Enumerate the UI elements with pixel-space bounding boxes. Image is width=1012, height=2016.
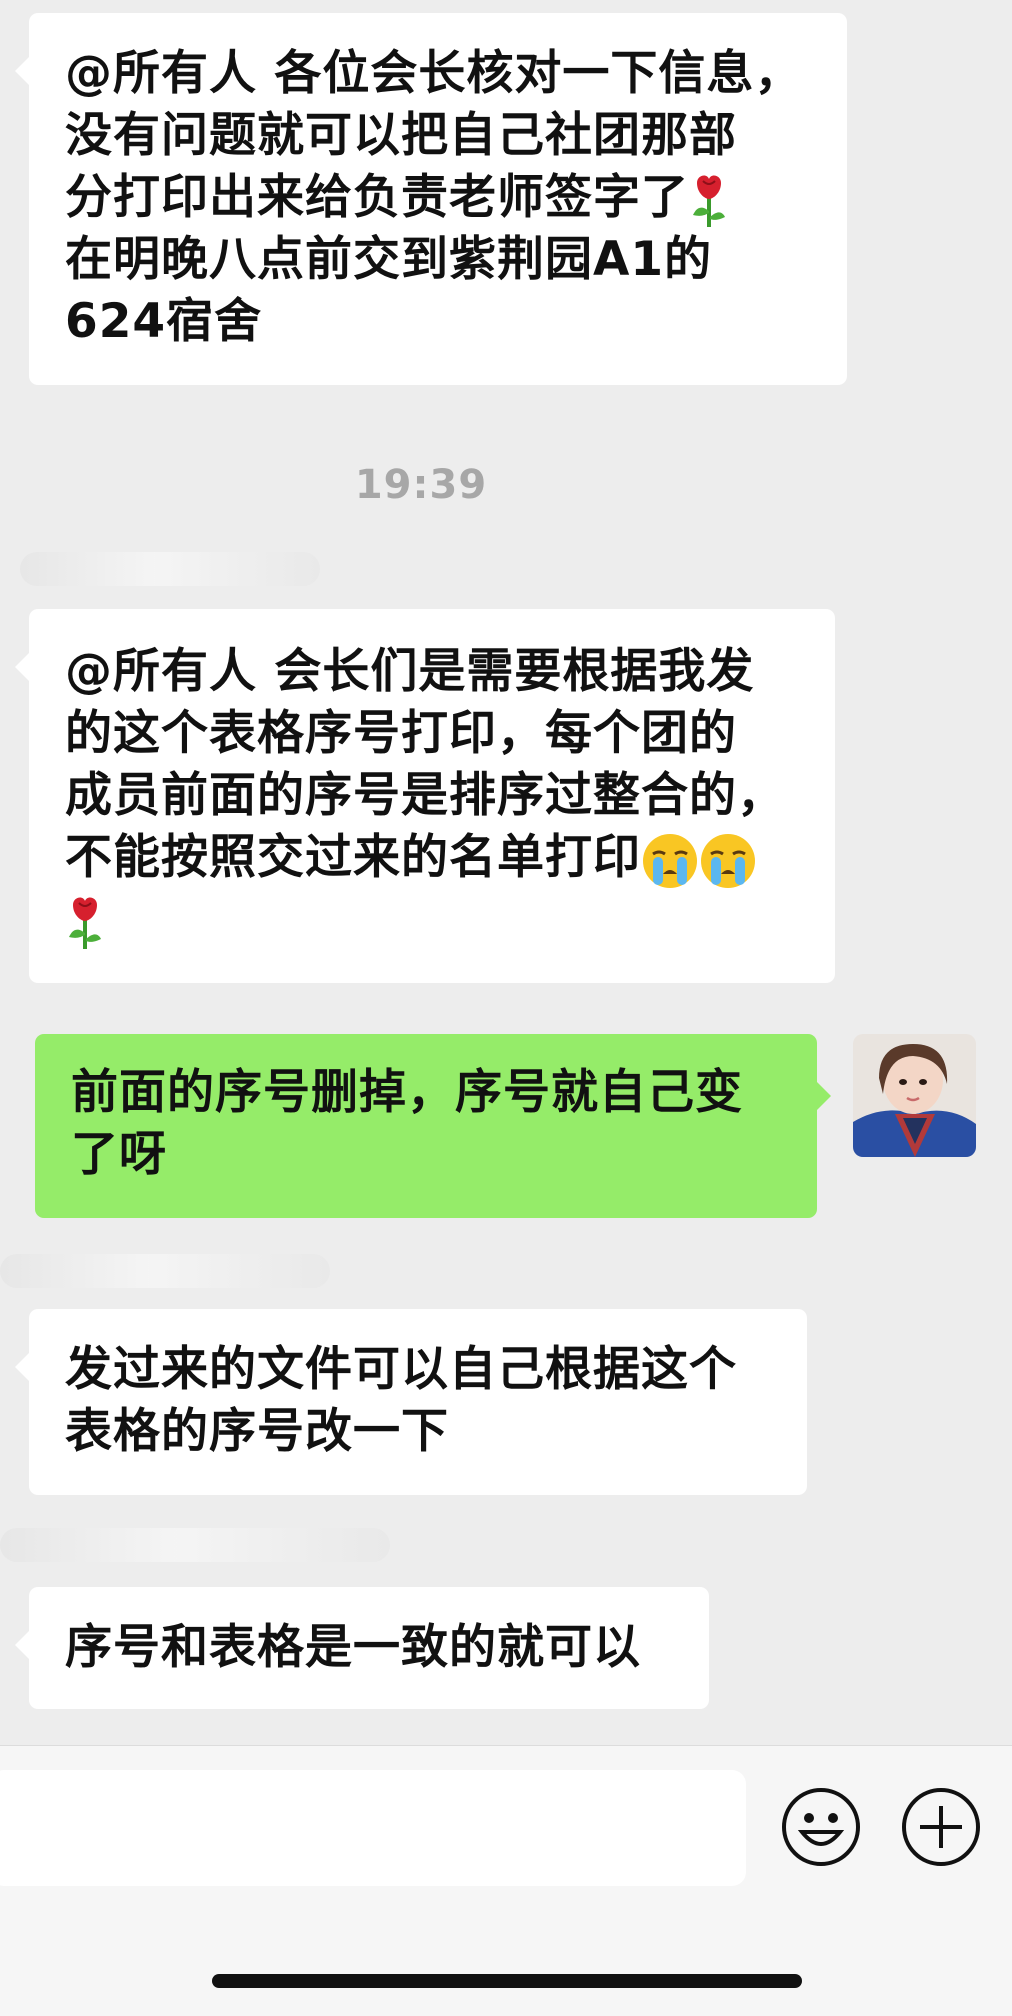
message-text-line: 在明晚八点前交到紫荆园A1的 (65, 232, 713, 287)
avatar[interactable] (853, 1034, 976, 1157)
message-text-line: 的这个表格序号打印，每个团的 (65, 706, 737, 761)
rose-emoji (69, 897, 101, 949)
message-bubble-outgoing[interactable]: 前面的序号删掉，序号就自己变 了呀 (35, 1034, 831, 1218)
redacted-sender-name (0, 1528, 390, 1562)
message-text-line: 了呀 (71, 1127, 167, 1182)
smiley-face-icon (782, 1788, 860, 1866)
message-text-line: 没有问题就可以把自己社团那部 (65, 108, 737, 163)
more-options-button[interactable] (900, 1786, 982, 1872)
message-bubble[interactable]: @所有人 会长们是需要根据我发 的这个表格序号打印，每个团的 成员前面的序号是排… (15, 609, 835, 983)
message-text-line: 前面的序号删掉，序号就自己变 (71, 1065, 743, 1120)
home-indicator[interactable] (212, 1974, 802, 1988)
crying-face-emoji (701, 833, 755, 888)
message-text-line: 624宿舍 (65, 294, 263, 349)
message-text-line: 表格的序号改一下 (65, 1404, 449, 1459)
message-input[interactable] (0, 1770, 746, 1886)
crying-face-emoji (643, 833, 697, 888)
message-text-line: @所有人 会长们是需要根据我发 (65, 644, 755, 699)
message-text-line (65, 890, 815, 952)
message-text-line: 序号和表格是一致的就可以 (65, 1620, 641, 1675)
message-bubble[interactable]: 发过来的文件可以自己根据这个 表格的序号改一下 (15, 1309, 807, 1495)
redacted-sender-name (20, 552, 320, 586)
message-text-line: 成员前面的序号是排序过整合的， (65, 768, 785, 823)
message-bubble[interactable]: @所有人 各位会长核对一下信息， 没有问题就可以把自己社团那部 分打印出来给负责… (15, 13, 847, 385)
message-text-line: 发过来的文件可以自己根据这个 (65, 1342, 737, 1397)
message-text-line: 不能按照交过来的名单打印 (65, 827, 815, 890)
chat-timestamp: 19:39 (354, 462, 488, 508)
avatar-photo (853, 1034, 976, 1157)
message-text-line: 分打印出来给负责老师签字了 (65, 167, 827, 229)
message-bubble[interactable]: 序号和表格是一致的就可以 (15, 1587, 709, 1709)
message-text-line: @所有人 各位会长核对一下信息， (65, 46, 803, 101)
emoji-button[interactable] (780, 1786, 862, 1872)
redacted-sender-name (0, 1254, 330, 1288)
plus-circle-icon (902, 1788, 980, 1866)
rose-emoji (693, 175, 725, 227)
